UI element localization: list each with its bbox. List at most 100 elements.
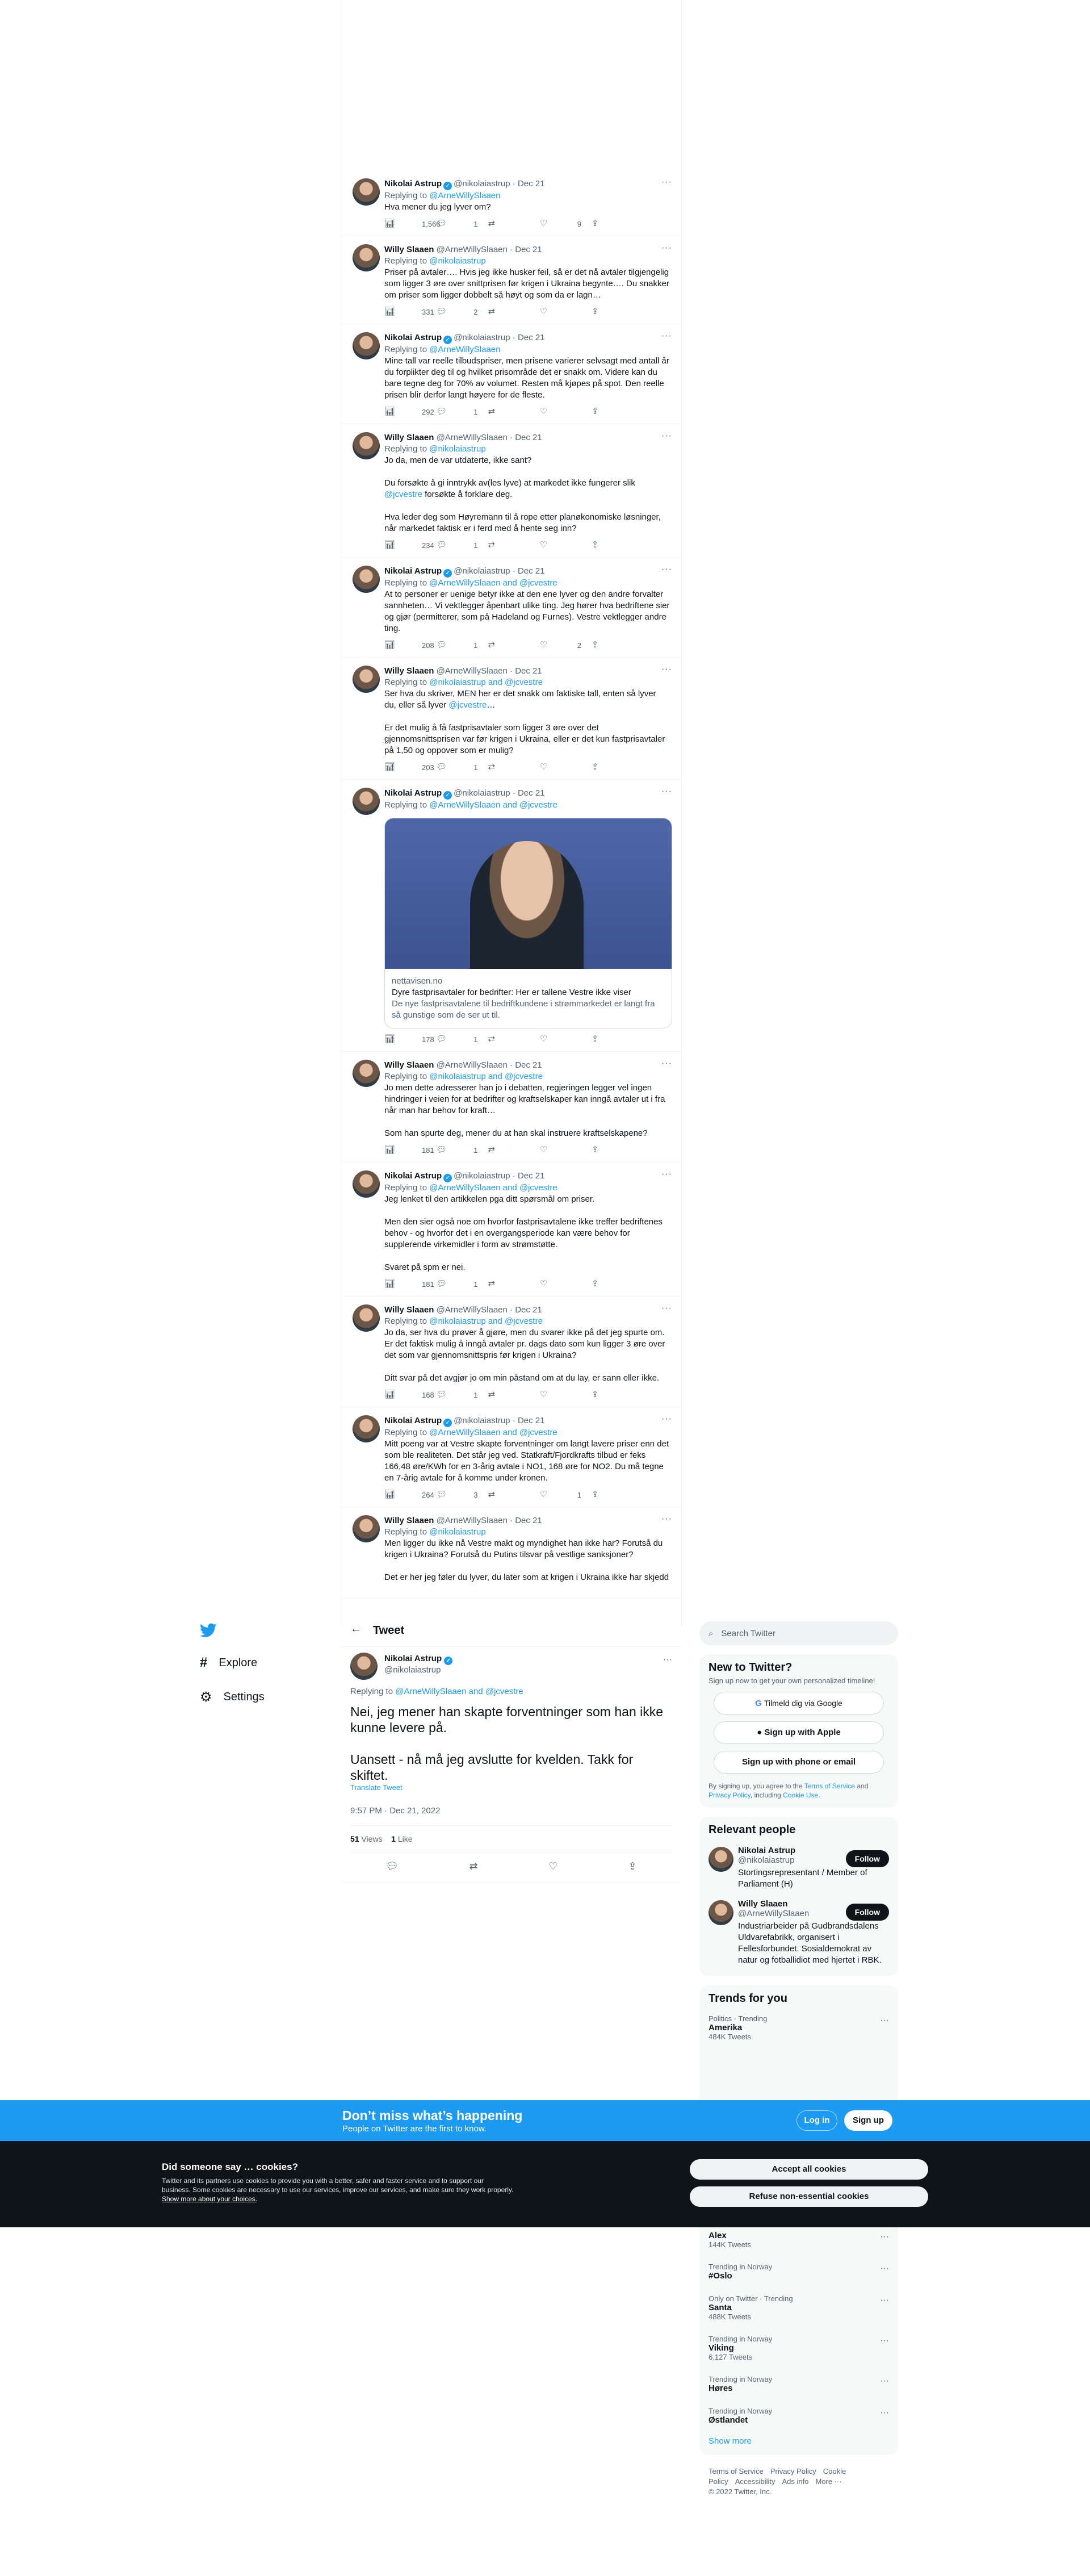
more-icon[interactable]: ··· xyxy=(661,664,672,675)
thread-tweet[interactable]: ··· Willy Slaaen @ArneWillySlaaen · Dec 2… xyxy=(341,236,681,324)
author-name[interactable]: Willy Slaaen xyxy=(384,245,434,254)
more-icon[interactable]: ··· xyxy=(661,1514,672,1524)
retweet-action[interactable]: ⇄ xyxy=(488,1145,540,1155)
author-handle[interactable]: @nikolaiastrup xyxy=(454,179,510,189)
reply-action[interactable]: 💬︎ 1 xyxy=(436,540,488,550)
share-action[interactable]: ⇪ xyxy=(592,1034,626,1044)
thread-tweet[interactable]: ··· Willy Slaaen @ArneWillySlaaen · Dec 2… xyxy=(341,1507,681,1598)
more-icon[interactable]: ··· xyxy=(880,2232,889,2242)
author-name[interactable]: Willy Slaaen xyxy=(384,1060,434,1070)
views-action[interactable]: 📊︎ 178 xyxy=(384,1034,436,1044)
follow-button[interactable]: Follow xyxy=(845,1904,889,1921)
share-action[interactable]: ⇪ xyxy=(592,1145,626,1155)
tweet-date[interactable]: Dec 21 xyxy=(518,179,545,189)
share-action[interactable]: ⇪ xyxy=(592,640,626,650)
tweet-date[interactable]: Dec 21 xyxy=(515,245,542,254)
more-icon[interactable]: ··· xyxy=(880,2336,889,2346)
avatar[interactable] xyxy=(353,1060,380,1087)
person-card[interactable]: Follow Nikolai Astrup @nikolaiastrup Storti… xyxy=(699,1841,898,1895)
author-handle[interactable]: @nikolaiastrup xyxy=(384,1665,441,1675)
retweet-action[interactable]: ⇄ xyxy=(488,1390,540,1400)
reply-to-link[interactable]: @nikolaiastrup and @jcvestre xyxy=(429,1072,543,1081)
translate-link[interactable]: Translate Tweet xyxy=(350,1783,403,1792)
more-icon[interactable]: ··· xyxy=(661,431,672,441)
author-handle[interactable]: @nikolaiastrup xyxy=(454,788,510,798)
author-name[interactable]: Nikolai Astrup xyxy=(384,1171,442,1181)
more-icon[interactable]: ··· xyxy=(661,177,672,187)
thread-tweet[interactable]: ··· Nikolai Astrup ✓ @nikolaiastrup · Dec 2… xyxy=(341,1162,681,1297)
more-icon[interactable]: ··· xyxy=(661,787,672,797)
mention-link[interactable]: @jcvestre xyxy=(448,700,487,710)
views-action[interactable]: 📊︎ 292 xyxy=(384,407,436,417)
views-action[interactable]: 📊︎ 181 xyxy=(384,1279,436,1289)
retweet-icon[interactable]: ⇄ xyxy=(469,1860,478,1872)
author-name[interactable]: Willy Slaaen xyxy=(384,1305,434,1315)
tos-link[interactable]: Terms of Service xyxy=(804,1782,855,1790)
refuse-cookies-button[interactable]: Refuse non-essential cookies xyxy=(690,2186,928,2207)
reply-action[interactable]: 💬︎ 1 xyxy=(436,762,488,772)
trend-item[interactable]: ··· Politics · Trending Amerika 484K Tweets xyxy=(699,2008,898,2048)
thread-tweet[interactable]: ··· Nikolai Astrup ✓ @nikolaiastrup · Dec 2… xyxy=(341,324,681,424)
mention-link[interactable]: @jcvestre xyxy=(384,490,422,499)
avatar[interactable] xyxy=(350,1653,378,1680)
author-handle[interactable]: @ArneWillySlaaen xyxy=(437,1516,508,1525)
thread-tweet[interactable]: ··· Nikolai Astrup ✓ @nikolaiastrup · Dec 2… xyxy=(341,558,681,658)
person-card[interactable]: Follow Willy Slaaen @ArneWillySlaaen Indust… xyxy=(699,1895,898,1971)
tweet-date[interactable]: Dec 21 xyxy=(518,1416,545,1425)
retweet-action[interactable]: ⇄ xyxy=(488,1490,540,1500)
views-action[interactable]: 📊︎ 203 xyxy=(384,762,436,772)
tweet-date[interactable]: Dec 21 xyxy=(518,566,545,576)
avatar[interactable] xyxy=(353,332,380,359)
like-icon[interactable]: ♡ xyxy=(548,1860,557,1872)
google-signup-button[interactable]: G Tilmeld dig via Google xyxy=(714,1692,884,1714)
avatar[interactable] xyxy=(353,244,380,271)
retweet-action[interactable]: ⇄ xyxy=(488,1034,540,1044)
retweet-action[interactable]: ⇄ xyxy=(488,762,540,772)
reply-action[interactable]: 💬︎ 1 xyxy=(436,407,488,417)
nav-explore[interactable]: # Explore xyxy=(200,1655,257,1671)
reply-action[interactable]: 💬︎ 1 xyxy=(436,1145,488,1155)
tweet-date[interactable]: Dec 21 xyxy=(515,1516,542,1525)
share-action[interactable]: ⇪ xyxy=(592,1279,626,1289)
footer-link[interactable]: Privacy Policy xyxy=(770,2467,816,2475)
share-icon[interactable]: ⇪ xyxy=(628,1860,637,1872)
avatar[interactable] xyxy=(708,1900,733,1925)
retweet-action[interactable]: ⇄ xyxy=(488,407,540,417)
views-action[interactable]: 📊︎ 168 xyxy=(384,1390,436,1400)
author-handle[interactable]: @ArneWillySlaaen xyxy=(437,433,508,442)
retweet-action[interactable]: ⇄ xyxy=(488,219,540,229)
author-handle[interactable]: @nikolaiastrup xyxy=(454,1171,510,1181)
like-action[interactable]: ♡ xyxy=(540,1034,592,1044)
trend-item[interactable]: ··· Trending in Norway Østlandet xyxy=(699,2400,898,2432)
views-action[interactable]: 📊︎ 208 xyxy=(384,640,436,650)
more-icon[interactable]: ··· xyxy=(661,564,672,575)
reply-to-link[interactable]: @nikolaiastrup and @jcvestre xyxy=(429,1316,543,1326)
trend-item[interactable]: ··· Only on Twitter · Trending Santa 488K T… xyxy=(699,2288,898,2328)
reply-to-link[interactable]: @nikolaiastrup xyxy=(429,256,485,266)
tweet-date[interactable]: Dec 21 xyxy=(515,666,542,676)
avatar[interactable] xyxy=(353,1304,380,1332)
like-action[interactable]: ♡ 2 xyxy=(540,640,592,650)
reply-action[interactable]: 💬︎ 1 xyxy=(436,1279,488,1289)
like-action[interactable]: ♡ xyxy=(540,407,592,417)
author-name[interactable]: Nikolai Astrup xyxy=(384,788,442,798)
search-input[interactable]: ⌕ Search Twitter xyxy=(699,1621,898,1645)
tweet-timestamp[interactable]: 9:57 PM · Dec 21, 2022 xyxy=(350,1806,440,1816)
thread-tweet[interactable]: ··· Willy Slaaen @ArneWillySlaaen · Dec 2… xyxy=(341,1297,681,1407)
avatar[interactable] xyxy=(353,432,380,459)
tweet-date[interactable]: Dec 21 xyxy=(515,1060,542,1070)
like-action[interactable]: ♡ 9 xyxy=(540,219,592,229)
twitter-logo-icon[interactable] xyxy=(199,1623,217,1641)
author-name[interactable]: Nikolai Astrup xyxy=(384,1416,442,1425)
link-card[interactable]: nettavisen.no Dyre fastprisavtaler for be… xyxy=(384,818,672,1028)
footer-link[interactable]: Accessibility xyxy=(735,2477,775,2486)
more-icon[interactable]: ··· xyxy=(661,1414,672,1424)
author-handle[interactable]: @ArneWillySlaaen xyxy=(437,666,508,676)
reply-to-link[interactable]: @nikolaiastrup xyxy=(429,1527,485,1537)
more-icon[interactable]: ··· xyxy=(661,1059,672,1069)
like-action[interactable]: ♡ xyxy=(540,1279,592,1289)
more-icon[interactable]: ··· xyxy=(880,2376,889,2386)
thread-tweet[interactable]: ··· Willy Slaaen @ArneWillySlaaen · Dec 2… xyxy=(341,1052,681,1162)
footer-link[interactable]: Ads info xyxy=(782,2477,808,2486)
author-handle[interactable]: @nikolaiastrup xyxy=(454,1416,510,1425)
